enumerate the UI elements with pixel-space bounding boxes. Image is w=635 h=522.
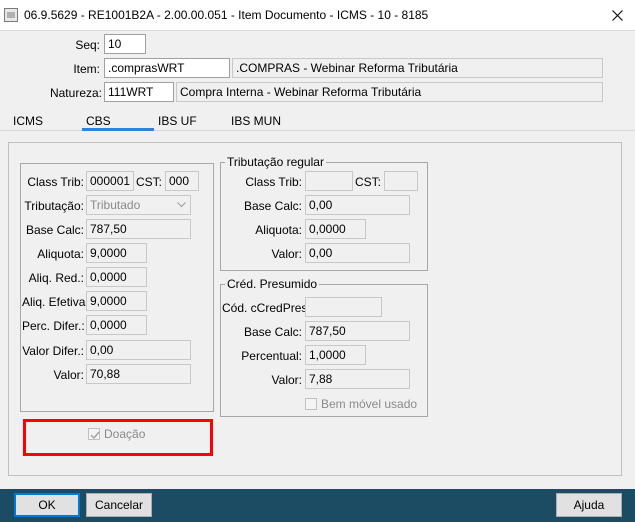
regular-cst-label: CST: <box>355 175 382 189</box>
chevron-down-icon <box>177 202 186 208</box>
bem-movel-usado-label: Bem móvel usado <box>321 397 418 411</box>
valor-field: 70,88 <box>86 364 191 384</box>
valor-difer-field: 0,00 <box>86 340 191 360</box>
close-icon <box>611 9 623 21</box>
item-label: Item: <box>73 62 100 76</box>
tributacao-label: Tributação: <box>24 199 84 213</box>
cod-cred-pres-field <box>305 297 382 317</box>
cred-presumido-title: Créd. Presumido <box>225 277 320 291</box>
tributacao-select[interactable]: Tributado <box>86 195 191 215</box>
class-trib-field[interactable]: 000001 <box>86 171 134 191</box>
seq-field[interactable]: 10 <box>104 34 146 54</box>
ok-button[interactable]: OK <box>14 493 80 517</box>
regular-class-trib-field <box>305 171 353 191</box>
percentual-label: Percentual: <box>241 349 302 363</box>
aliq-red-field: 0,0000 <box>86 267 147 287</box>
base-calc-label: Base Calc: <box>25 223 84 237</box>
tributacao-select-value: Tributado <box>90 198 141 212</box>
perc-difer-field: 0,0000 <box>86 315 147 335</box>
regular-valor-label: Valor: <box>271 247 302 261</box>
seq-label: Seq: <box>75 38 100 52</box>
aliq-efetiva-field: 9,0000 <box>86 291 147 311</box>
valor-difer-label: Valor Difer.: <box>22 344 84 358</box>
regular-cst-field <box>384 171 418 191</box>
cancel-button[interactable]: Cancelar <box>86 493 152 517</box>
presumido-base-calc-label: Base Calc: <box>243 325 302 339</box>
item-description-field: .COMPRAS - Webinar Reforma Tributária <box>232 58 603 78</box>
tab-icms[interactable]: ICMS <box>9 113 47 131</box>
aliq-efetiva-label: Aliq. Efetiva: <box>22 295 89 309</box>
app-icon <box>4 8 18 22</box>
bem-movel-usado-checkbox[interactable] <box>305 398 317 410</box>
tributacao-regular-title: Tributação regular <box>225 155 326 169</box>
close-button[interactable] <box>603 3 631 27</box>
natureza-label: Natureza: <box>49 86 102 100</box>
window-title: 06.9.5629 - RE1001B2A - 2.00.00.051 - It… <box>24 8 429 22</box>
percentual-field: 1,0000 <box>305 345 366 365</box>
presumido-valor-label: Valor: <box>271 373 302 387</box>
base-calc-field: 787,50 <box>86 219 191 239</box>
tab-ibs-mun[interactable]: IBS MUN <box>227 113 285 131</box>
regular-aliquota-label: Aliquota: <box>255 223 302 237</box>
help-button[interactable]: Ajuda <box>556 493 622 517</box>
highlight-box <box>23 419 213 456</box>
cod-cred-pres-label: Cód. cCredPres: <box>222 301 311 315</box>
presumido-base-calc-field: 787,50 <box>305 321 410 341</box>
presumido-valor-field: 7,88 <box>305 369 410 389</box>
regular-class-trib-label: Class Trib: <box>245 175 302 189</box>
natureza-code-field[interactable]: 111WRT <box>104 82 174 102</box>
aliquota-label: Aliquota: <box>37 247 84 261</box>
active-tab-indicator <box>82 128 154 131</box>
cst-field[interactable]: 000 <box>165 171 199 191</box>
natureza-description-field: Compra Interna - Webinar Reforma Tributá… <box>176 82 603 102</box>
regular-base-calc-field: 0,00 <box>305 195 410 215</box>
class-trib-label: Class Trib: <box>27 175 84 189</box>
regular-aliquota-field: 0,0000 <box>305 219 366 239</box>
item-code-field[interactable]: .comprasWRT <box>104 58 230 78</box>
aliquota-field: 9,0000 <box>86 243 147 263</box>
cst-label: CST: <box>136 175 163 189</box>
aliq-red-label: Aliq. Red.: <box>28 271 84 285</box>
regular-valor-field: 0,00 <box>305 243 410 263</box>
perc-difer-label: Perc. Difer.: <box>22 319 85 333</box>
valor-label: Valor: <box>53 368 84 382</box>
regular-base-calc-label: Base Calc: <box>243 199 302 213</box>
tab-ibs-uf[interactable]: IBS UF <box>154 113 201 131</box>
